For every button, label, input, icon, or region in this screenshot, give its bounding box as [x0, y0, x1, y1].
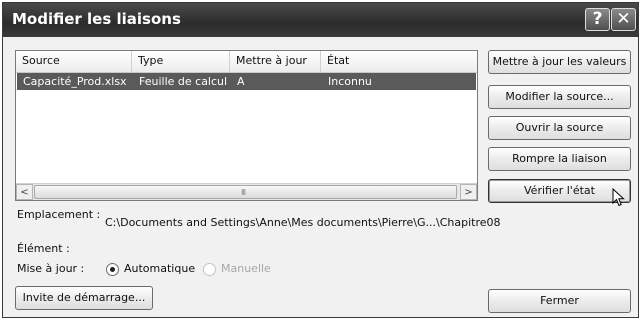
edit-links-dialog: Modifier les liaisons ? ✕ Source Type Me…: [2, 2, 639, 318]
location-label: Emplacement :: [17, 208, 101, 221]
startup-prompt-button[interactable]: Invite de démarrage...: [15, 286, 153, 310]
cell-source: Capacité_Prod.xlsx: [23, 75, 127, 88]
radio-selected-dot: [110, 267, 115, 272]
manual-radio-label[interactable]: Manuelle: [221, 262, 271, 275]
change-source-button[interactable]: Modifier la source...: [488, 85, 631, 109]
table-row[interactable]: Capacité_Prod.xlsx Feuille de calcul A I…: [17, 73, 476, 90]
links-table[interactable]: Source Type Mettre à jour État Capacité_…: [15, 50, 478, 201]
automatic-radio-label[interactable]: Automatique: [124, 262, 195, 275]
table-header: Source Type Mettre à jour État: [16, 51, 477, 73]
check-status-button[interactable]: Vérifier l'état: [488, 179, 631, 203]
help-icon[interactable]: ?: [585, 8, 610, 31]
grip-icon: III: [241, 188, 246, 197]
dialog-title: Modifier les liaisons: [12, 10, 181, 28]
horizontal-scrollbar[interactable]: < III >: [16, 183, 477, 200]
element-label: Élément :: [17, 242, 70, 255]
column-header-type[interactable]: Type: [132, 51, 230, 72]
cell-type: Feuille de calcul: [139, 75, 228, 88]
column-header-update[interactable]: Mettre à jour: [230, 51, 321, 72]
scroll-left-icon[interactable]: <: [16, 184, 33, 200]
column-header-state[interactable]: État: [321, 51, 477, 72]
title-bar: Modifier les liaisons ? ✕: [3, 3, 638, 37]
scroll-right-icon[interactable]: >: [460, 184, 477, 200]
manual-radio[interactable]: [203, 263, 216, 276]
break-link-button[interactable]: Rompre la liaison: [488, 147, 631, 171]
cell-state: Inconnu: [328, 75, 372, 88]
location-value: C:\Documents and Settings\Anne\Mes docum…: [105, 216, 501, 229]
update-mode-label: Mise à jour :: [17, 262, 85, 275]
update-values-button[interactable]: Mettre à jour les valeurs: [488, 50, 631, 74]
close-icon[interactable]: ✕: [611, 8, 636, 31]
close-button[interactable]: Fermer: [488, 289, 631, 313]
cell-update: A: [237, 75, 245, 88]
automatic-radio[interactable]: [106, 263, 119, 276]
column-header-source[interactable]: Source: [16, 51, 132, 72]
scrollbar-thumb[interactable]: III: [34, 185, 457, 199]
open-source-button[interactable]: Ouvrir la source: [488, 116, 631, 140]
mouse-cursor-icon: [612, 188, 625, 207]
